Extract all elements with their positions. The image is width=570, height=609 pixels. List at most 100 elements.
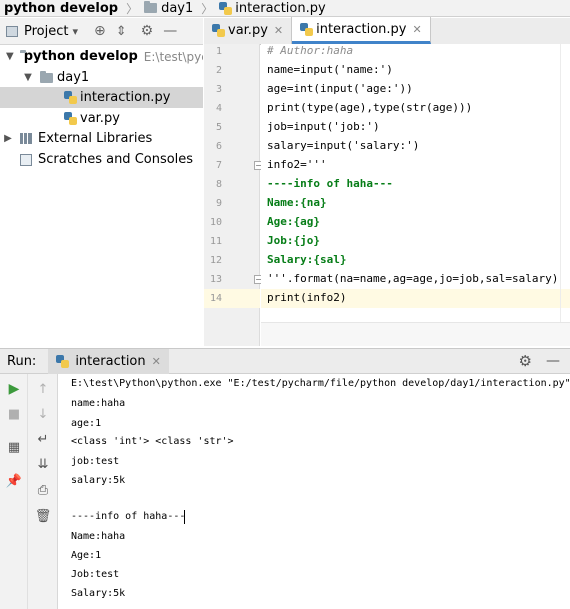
console-line: ----info of haha--- <box>71 511 186 522</box>
line-number: 11 <box>209 236 222 247</box>
line-number: 3 <box>215 84 222 95</box>
code-line: # Author:haha <box>267 44 354 57</box>
tree-file-label: var.py <box>80 111 120 126</box>
code-line: print(info2) <box>267 291 347 304</box>
console-line: Job:test <box>71 569 120 580</box>
run-toolbar-primary: ▶ ■ ▦ 📌 <box>0 374 28 609</box>
stop-icon[interactable]: ■ <box>5 405 23 423</box>
tree-folder-label: day1 <box>57 70 90 85</box>
run-tab-label: interaction <box>75 353 146 369</box>
chevron-down-icon[interactable]: ▼ <box>6 51 14 62</box>
code-line: Name:{na} <box>267 196 327 209</box>
python-file-icon <box>219 1 233 15</box>
run-toolbar-secondary: ↑ ↓ ↵ ⇊ ⎙ 🗑 <box>28 374 58 609</box>
trash-icon[interactable]: 🗑 <box>34 507 52 525</box>
line-number: 9 <box>215 198 222 209</box>
soft-wrap-icon[interactable]: ↵ <box>34 430 52 448</box>
code-line: salary=input('salary:') <box>267 139 420 152</box>
scroll-to-end-icon[interactable]: ⇊ <box>34 455 52 473</box>
gear-icon[interactable]: ⚙ <box>519 352 532 370</box>
line-number: 13 <box>209 274 222 285</box>
collapse-all-icon[interactable]: ⇕ <box>116 24 127 39</box>
pin-icon[interactable]: 📌 <box>5 472 23 490</box>
close-icon[interactable]: ✕ <box>274 24 283 37</box>
code-line: ----info of haha--- <box>267 177 393 190</box>
editor-scrollbar[interactable] <box>560 44 570 322</box>
tree-external-label: External Libraries <box>38 131 153 146</box>
editor-tabs: var.py ✕ interaction.py ✕ <box>204 17 570 45</box>
chevron-down-icon[interactable]: ▼ <box>22 72 34 83</box>
ide-window: python develop 〉 day1 〉 interaction.py P… <box>0 0 570 609</box>
python-file-icon <box>300 22 314 36</box>
code-line: print(type(age),type(str(age))) <box>267 101 473 114</box>
line-number: 14 <box>209 293 222 304</box>
chevron-right-icon[interactable]: ▶ <box>2 133 14 144</box>
up-arrow-icon[interactable]: ↑ <box>34 380 52 398</box>
code-line: age=int(input('age:')) <box>267 82 413 95</box>
console-line: job:test <box>71 456 120 467</box>
project-tree: ▼ python develop E:\test\pyc ▼ day1 inte… <box>0 46 203 346</box>
python-file-icon <box>56 354 70 368</box>
chevron-right-icon: 〉 <box>201 1 214 16</box>
library-icon <box>20 133 32 144</box>
line-number: 5 <box>215 122 222 133</box>
folder-icon <box>144 1 158 13</box>
console-prompt: name:haha <box>71 398 126 409</box>
tree-root-label: python develop <box>23 49 138 64</box>
tree-item-scratches[interactable]: Scratches and Consoles <box>0 149 203 170</box>
locate-icon[interactable]: ⊕ <box>94 23 106 39</box>
run-tab-interaction[interactable]: interaction ✕ <box>48 348 169 374</box>
python-file-icon <box>64 112 77 125</box>
line-number: 10 <box>209 217 222 228</box>
project-view-icon <box>6 25 18 37</box>
line-number: 8 <box>215 179 222 190</box>
down-arrow-icon[interactable]: ↓ <box>34 405 52 423</box>
tree-item-external-libraries[interactable]: ▶ External Libraries <box>0 128 203 149</box>
layout-icon[interactable]: ▦ <box>5 438 23 456</box>
gear-icon[interactable]: ⚙ <box>141 23 154 39</box>
tree-root-path: E:\test\pyc <box>143 49 203 64</box>
tab-var-py[interactable]: var.py ✕ <box>204 17 293 44</box>
tree-item-day1[interactable]: ▼ day1 <box>0 67 203 88</box>
tab-interaction-py[interactable]: interaction.py ✕ <box>292 17 431 44</box>
line-number: 2 <box>215 65 222 76</box>
tree-item-var[interactable]: var.py <box>0 108 203 129</box>
code-line: Salary:{sal} <box>267 253 347 266</box>
run-panel-header: Run: interaction ✕ ⚙ — <box>0 348 570 374</box>
console-line: E:\test\Python\python.exe "E:/test/pycha… <box>71 378 570 389</box>
code-line: Job:{jo} <box>267 234 320 247</box>
close-icon[interactable]: ✕ <box>413 23 422 36</box>
tree-item-interaction[interactable]: interaction.py <box>0 87 203 108</box>
breadcrumb: python develop 〉 day1 〉 interaction.py <box>0 0 570 17</box>
folder-icon <box>40 70 53 83</box>
line-gutter: 1 2 3 4 5 6 7 8 9 10 11 12 13 14 − − <box>204 44 263 346</box>
line-number: 12 <box>209 255 222 266</box>
run-label: Run: <box>7 353 37 369</box>
close-icon[interactable]: ✕ <box>152 355 161 368</box>
hide-panel-icon[interactable]: — <box>163 23 177 39</box>
breadcrumb-folder[interactable]: day1 <box>144 1 193 16</box>
project-view-dropdown[interactable]: Project <box>24 24 68 39</box>
breadcrumb-file-label: interaction.py <box>235 0 326 16</box>
console-line: <class 'int'> <class 'str'> <box>71 436 234 447</box>
console-output[interactable]: E:\test\Python\python.exe "E:/test/pycha… <box>59 374 570 609</box>
line-number: 1 <box>215 46 222 57</box>
rerun-icon[interactable]: ▶ <box>5 380 23 398</box>
code-editor[interactable]: # Author:haha name=input('name:') age=in… <box>261 44 570 346</box>
breadcrumb-project[interactable]: python develop <box>4 1 118 16</box>
chevron-right-icon: 〉 <box>126 1 139 16</box>
tab-label: interaction.py <box>316 21 407 37</box>
code-line: info2=''' <box>267 158 327 171</box>
breadcrumb-file[interactable]: interaction.py <box>219 0 326 16</box>
line-number: 4 <box>215 103 222 114</box>
breadcrumb-folder-label: day1 <box>161 0 194 16</box>
print-icon[interactable]: ⎙ <box>34 481 52 499</box>
tree-scratches-label: Scratches and Consoles <box>38 152 194 167</box>
chevron-down-icon[interactable]: ▾ <box>72 25 78 38</box>
minimize-icon[interactable]: — <box>546 353 560 369</box>
console-line: age:1 <box>71 418 102 429</box>
console-line: Name:haha <box>71 531 126 542</box>
tree-item-root[interactable]: ▼ python develop E:\test\pyc <box>0 46 203 67</box>
line-number: 7 <box>215 160 222 171</box>
python-file-icon <box>64 91 77 104</box>
